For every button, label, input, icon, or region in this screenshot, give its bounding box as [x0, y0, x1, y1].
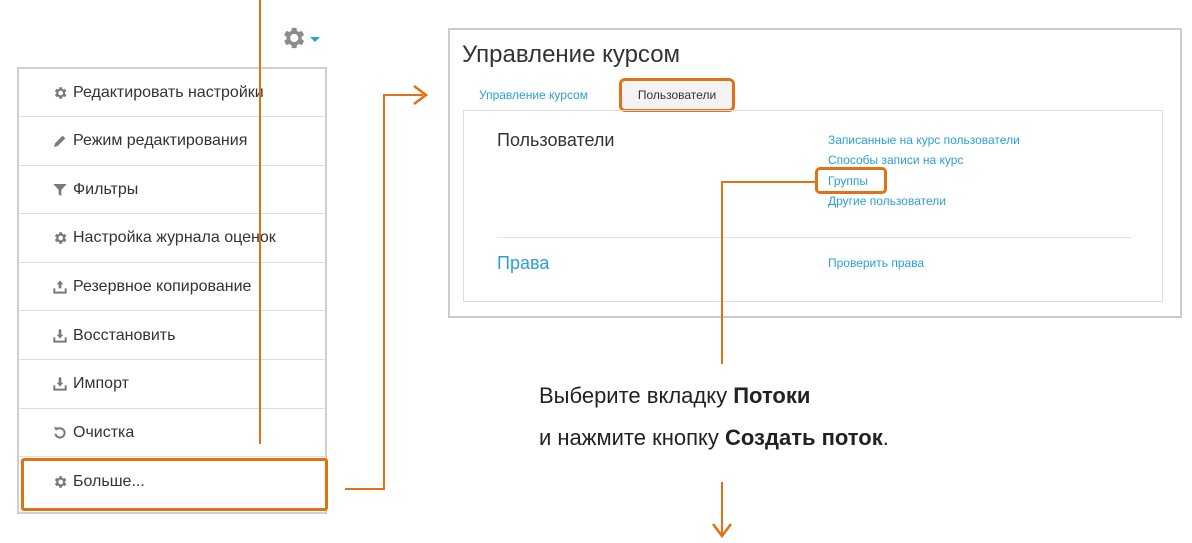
arrow-right-icon — [413, 85, 429, 105]
tab-course-admin[interactable]: Управление курсом — [479, 88, 588, 102]
menu-item-more[interactable]: Больше... — [19, 458, 325, 506]
link-check-permissions[interactable]: Проверить права — [828, 256, 924, 270]
menu-item-import[interactable]: Импорт — [19, 361, 325, 409]
gear-icon — [51, 229, 69, 247]
gear-icon — [284, 27, 305, 49]
connector-line-vertical — [259, 0, 261, 444]
menu-item-label: Редактировать настройки — [73, 83, 264, 101]
instruction-bold: Потоки — [733, 383, 811, 408]
instruction-text: и нажмите кнопку — [539, 425, 726, 450]
instruction-text: Выберите вкладку — [539, 383, 734, 408]
section-divider — [497, 237, 1131, 238]
link-other-users[interactable]: Другие пользователи — [828, 194, 946, 208]
settings-gear-toggle[interactable] — [279, 24, 320, 52]
menu-item-backup[interactable]: Резервное копирование — [19, 263, 325, 312]
menu-item-label: Фильтры — [73, 180, 139, 198]
menu-item-label: Настройка журнала оценок — [73, 229, 276, 247]
link-groups[interactable]: Группы — [828, 174, 868, 188]
menu-item-restore[interactable]: Восстановить — [19, 312, 325, 360]
menu-item-reset[interactable]: Очистка — [19, 409, 325, 458]
filter-icon — [51, 181, 69, 199]
connector-line — [721, 181, 723, 364]
menu-item-label: Восстановить — [73, 326, 176, 344]
menu-item-label: Резервное копирование — [73, 277, 252, 295]
reset-icon — [51, 424, 69, 442]
instruction-line-2: и нажмите кнопку Создать поток. — [539, 425, 889, 451]
rights-section-title[interactable]: Права — [497, 253, 549, 274]
upload-icon — [51, 278, 69, 296]
download-icon — [51, 375, 69, 393]
gear-icon — [51, 473, 69, 491]
arrow-down-icon — [712, 523, 732, 539]
tab-users[interactable]: Пользователи — [619, 78, 735, 112]
download-icon — [51, 327, 69, 345]
instruction-text: . — [882, 425, 889, 450]
menu-item-filters[interactable]: Фильтры — [19, 166, 325, 215]
menu-item-label: Импорт — [73, 375, 129, 393]
link-enrolment-methods[interactable]: Способы записи на курс — [828, 153, 963, 167]
instruction-bold: Создать поток — [725, 425, 883, 450]
page-title: Управление курсом — [462, 41, 681, 68]
connector-line — [721, 181, 817, 183]
course-settings-menu: Редактировать настройки Режим редактирова… — [17, 67, 327, 514]
menu-item-label: Режим редактирования — [73, 132, 248, 150]
link-enrolled-users[interactable]: Записанные на курс пользователи — [828, 133, 1020, 147]
menu-item-label: Очистка — [73, 423, 135, 441]
pencil-icon — [51, 132, 69, 150]
instruction-line-1: Выберите вкладку Потоки — [539, 383, 810, 409]
menu-item-label: Больше... — [73, 472, 145, 490]
menu-item-gradebook-setup[interactable]: Настройка журнала оценок — [19, 215, 325, 263]
connector-line — [345, 488, 385, 490]
connector-line — [383, 94, 385, 490]
users-section-title: Пользователи — [497, 130, 615, 150]
menu-item-editing-mode[interactable]: Режим редактирования — [19, 118, 325, 166]
chevron-down-icon — [310, 36, 320, 42]
menu-item-edit-settings[interactable]: Редактировать настройки — [19, 69, 325, 117]
tab-users-label: Пользователи — [637, 88, 717, 102]
gear-icon — [51, 84, 69, 102]
